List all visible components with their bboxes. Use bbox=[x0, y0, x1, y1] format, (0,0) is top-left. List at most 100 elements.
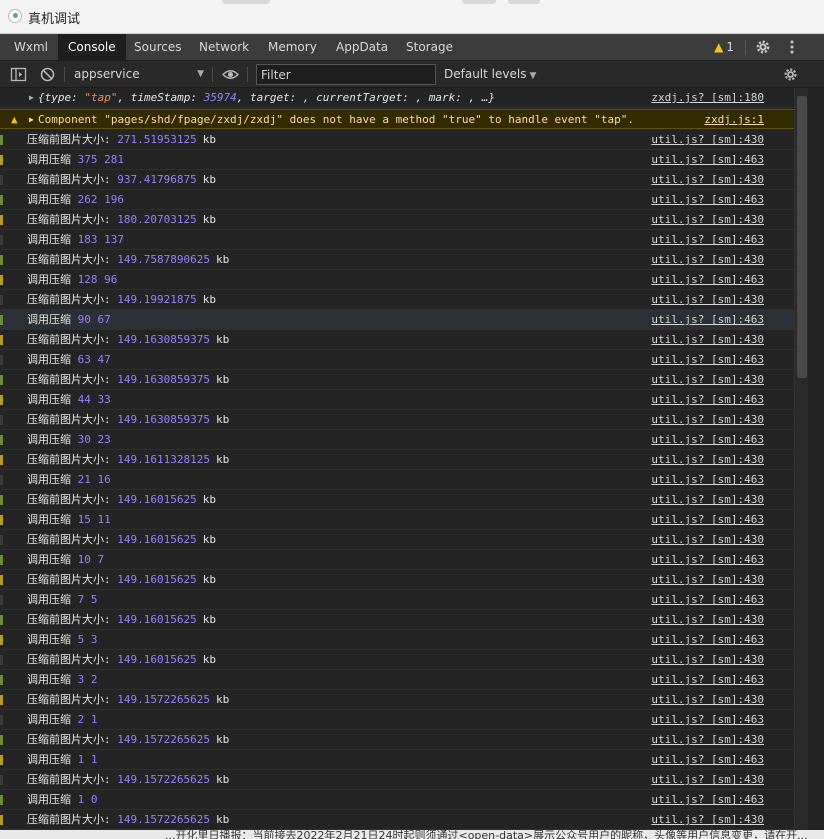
console-log-row[interactable]: 压缩前图片大小: 149.1572265625 kb util.js? [sm]:4… bbox=[0, 770, 794, 790]
source-link[interactable]: util.js? [sm]:463 bbox=[651, 750, 764, 770]
filter-input[interactable] bbox=[256, 64, 436, 85]
console-log-row[interactable]: 调用压缩 2 1 util.js? [sm]:463 bbox=[0, 710, 794, 730]
source-link[interactable]: util.js? [sm]:430 bbox=[651, 410, 764, 430]
tab-appdata[interactable]: AppData bbox=[328, 34, 396, 60]
source-link[interactable]: util.js? [sm]:463 bbox=[651, 430, 764, 450]
source-link[interactable]: util.js? [sm]:430 bbox=[651, 450, 764, 470]
source-link[interactable]: util.js? [sm]:430 bbox=[651, 330, 764, 350]
console-log-row[interactable]: 调用压缩 30 23 util.js? [sm]:463 bbox=[0, 430, 794, 450]
clear-console-icon[interactable] bbox=[39, 66, 56, 83]
context-selector[interactable]: appservice ▼ bbox=[70, 64, 206, 85]
tab-console[interactable]: Console bbox=[58, 34, 126, 60]
log-message: 调用压缩 30 23 bbox=[27, 430, 111, 450]
source-link[interactable]: util.js? [sm]:430 bbox=[651, 490, 764, 510]
console-log-row[interactable]: 压缩前图片大小: 149.1611328125 kb util.js? [sm]:4… bbox=[0, 450, 794, 470]
live-expression-eye-icon[interactable] bbox=[222, 66, 239, 83]
source-link[interactable]: util.js? [sm]:463 bbox=[651, 510, 764, 530]
more-options-icon[interactable] bbox=[786, 38, 798, 56]
console-log-row[interactable]: 压缩前图片大小: 149.19921875 kb util.js? [sm]:430 bbox=[0, 290, 794, 310]
console-log-row[interactable]: 压缩前图片大小: 149.16015625 kb util.js? [sm]:430 bbox=[0, 490, 794, 510]
source-link[interactable]: util.js? [sm]:463 bbox=[651, 190, 764, 210]
console-log-row[interactable]: 调用压缩 3 2 util.js? [sm]:463 bbox=[0, 670, 794, 690]
console-log-row[interactable]: 调用压缩 5 3 util.js? [sm]:463 bbox=[0, 630, 794, 650]
console-log-row[interactable]: 调用压缩 1 1 util.js? [sm]:463 bbox=[0, 750, 794, 770]
console-log-row[interactable]: 压缩前图片大小: 271.51953125 kb util.js? [sm]:430 bbox=[0, 130, 794, 150]
console-log-row[interactable]: 调用压缩 15 11 util.js? [sm]:463 bbox=[0, 510, 794, 530]
log-message: 调用压缩 128 96 bbox=[27, 270, 117, 290]
console-log-row[interactable]: 调用压缩 7 5 util.js? [sm]:463 bbox=[0, 590, 794, 610]
source-link[interactable]: util.js? [sm]:463 bbox=[651, 470, 764, 490]
source-link[interactable]: util.js? [sm]:430 bbox=[651, 130, 764, 150]
console-log-row[interactable]: 压缩前图片大小: 149.16015625 kb util.js? [sm]:430 bbox=[0, 650, 794, 670]
log-message: 压缩前图片大小: 149.1572265625 kb bbox=[27, 730, 229, 750]
console-log-row[interactable]: 压缩前图片大小: 937.41796875 kb util.js? [sm]:430 bbox=[0, 170, 794, 190]
source-link[interactable]: util.js? [sm]:430 bbox=[651, 370, 764, 390]
source-link[interactable]: util.js? [sm]:430 bbox=[651, 730, 764, 750]
console-log-row[interactable]: 压缩前图片大小: 149.1630859375 kb util.js? [sm]:4… bbox=[0, 370, 794, 390]
console-log-row[interactable]: 调用压缩 44 33 util.js? [sm]:463 bbox=[0, 390, 794, 410]
warning-count-badge[interactable]: ▲ 1 bbox=[714, 34, 734, 60]
sidebar-toggle-icon[interactable] bbox=[10, 66, 27, 83]
source-link[interactable]: util.js? [sm]:463 bbox=[651, 310, 764, 330]
console-log-row[interactable]: 调用压缩 128 96 util.js? [sm]:463 bbox=[0, 270, 794, 290]
console-log-row[interactable]: 调用压缩 375 281 util.js? [sm]:463 bbox=[0, 150, 794, 170]
source-link[interactable]: util.js? [sm]:430 bbox=[651, 250, 764, 270]
source-link[interactable]: util.js? [sm]:430 bbox=[651, 690, 764, 710]
source-link[interactable]: util.js? [sm]:430 bbox=[651, 210, 764, 230]
console-log-row[interactable]: 压缩前图片大小: 149.1630859375 kb util.js? [sm]:4… bbox=[0, 410, 794, 430]
console-log-row[interactable]: 压缩前图片大小: 149.1630859375 kb util.js? [sm]:4… bbox=[0, 330, 794, 350]
source-link[interactable]: util.js? [sm]:430 bbox=[651, 290, 764, 310]
tab-wxml[interactable]: Wxml bbox=[6, 34, 56, 60]
console-log-row[interactable]: 压缩前图片大小: 149.16015625 kb util.js? [sm]:430 bbox=[0, 570, 794, 590]
console-log-row[interactable]: 压缩前图片大小: 149.16015625 kb util.js? [sm]:430 bbox=[0, 610, 794, 630]
source-link[interactable]: util.js? [sm]:463 bbox=[651, 590, 764, 610]
console-log-row[interactable]: 调用压缩 262 196 util.js? [sm]:463 bbox=[0, 190, 794, 210]
console-warning-row[interactable]: ▲ ▶ Component "pages/shd/fpage/zxdj/zxdj" … bbox=[0, 109, 794, 129]
source-link[interactable]: util.js? [sm]:463 bbox=[651, 630, 764, 650]
console-log-row[interactable]: 调用压缩 10 7 util.js? [sm]:463 bbox=[0, 550, 794, 570]
source-link[interactable]: util.js? [sm]:430 bbox=[651, 610, 764, 630]
source-link[interactable]: util.js? [sm]:430 bbox=[651, 170, 764, 190]
console-log-row[interactable]: 调用压缩 183 137 util.js? [sm]:463 bbox=[0, 230, 794, 250]
settings-gear-icon[interactable] bbox=[754, 38, 772, 56]
console-output[interactable]: ▶ {type: "tap", timeStamp: 35974, target:… bbox=[0, 88, 824, 839]
console-log-row[interactable]: 调用压缩 63 47 util.js? [sm]:463 bbox=[0, 350, 794, 370]
console-log-row[interactable]: 压缩前图片大小: 180.20703125 kb util.js? [sm]:430 bbox=[0, 210, 794, 230]
source-link[interactable]: util.js? [sm]:463 bbox=[651, 790, 764, 810]
source-link[interactable]: util.js? [sm]:430 bbox=[651, 650, 764, 670]
console-settings-gear-icon[interactable] bbox=[782, 66, 799, 83]
console-log-row[interactable]: 调用压缩 21 16 util.js? [sm]:463 bbox=[0, 470, 794, 490]
console-object-row[interactable]: ▶ {type: "tap", timeStamp: 35974, target:… bbox=[0, 88, 794, 108]
console-log-row[interactable]: 压缩前图片大小: 149.1572265625 kb util.js? [sm]:4… bbox=[0, 730, 794, 750]
console-log-row[interactable]: 压缩前图片大小: 149.1572265625 kb util.js? [sm]:4… bbox=[0, 690, 794, 710]
console-log-row[interactable]: 调用压缩 90 67 util.js? [sm]:463 bbox=[0, 310, 794, 330]
source-link[interactable]: util.js? [sm]:463 bbox=[651, 550, 764, 570]
tab-sources[interactable]: Sources bbox=[126, 34, 189, 60]
expand-triangle-icon[interactable]: ▶ bbox=[29, 110, 34, 130]
log-levels-dropdown[interactable]: Default levels ▼ bbox=[444, 64, 536, 85]
source-link[interactable]: util.js? [sm]:463 bbox=[651, 390, 764, 410]
source-link[interactable]: util.js? [sm]:463 bbox=[651, 710, 764, 730]
source-link[interactable]: util.js? [sm]:430 bbox=[651, 530, 764, 550]
console-log-row[interactable]: 压缩前图片大小: 149.1572265625 kb util.js? [sm]:4… bbox=[0, 810, 794, 830]
console-log-row[interactable]: 调用压缩 1 0 util.js? [sm]:463 bbox=[0, 790, 794, 810]
console-log-row[interactable]: 压缩前图片大小: 149.16015625 kb util.js? [sm]:430 bbox=[0, 530, 794, 550]
source-link[interactable]: util.js? [sm]:463 bbox=[651, 150, 764, 170]
console-log-row[interactable]: 压缩前图片大小: 149.7587890625 kb util.js? [sm]:4… bbox=[0, 250, 794, 270]
source-link[interactable]: util.js? [sm]:463 bbox=[651, 350, 764, 370]
source-link[interactable]: util.js? [sm]:463 bbox=[651, 270, 764, 290]
source-link[interactable]: util.js? [sm]:430 bbox=[651, 810, 764, 830]
source-link[interactable]: util.js? [sm]:463 bbox=[651, 230, 764, 250]
tab-network[interactable]: Network bbox=[191, 34, 257, 60]
source-link[interactable]: zxdj.js? [sm]:180 bbox=[651, 88, 764, 108]
expand-triangle-icon[interactable]: ▶ bbox=[29, 88, 34, 108]
source-link[interactable]: util.js? [sm]:463 bbox=[651, 670, 764, 690]
source-link[interactable]: zxdj.js:1 bbox=[704, 110, 764, 130]
console-scrollbar[interactable] bbox=[794, 88, 808, 839]
source-link[interactable]: util.js? [sm]:430 bbox=[651, 770, 764, 790]
source-link[interactable]: util.js? [sm]:430 bbox=[651, 570, 764, 590]
tab-storage[interactable]: Storage bbox=[398, 34, 461, 60]
log-message: 压缩前图片大小: 149.1572265625 kb bbox=[27, 690, 229, 710]
tab-memory[interactable]: Memory bbox=[260, 34, 325, 60]
scrollbar-thumb[interactable] bbox=[797, 96, 807, 378]
